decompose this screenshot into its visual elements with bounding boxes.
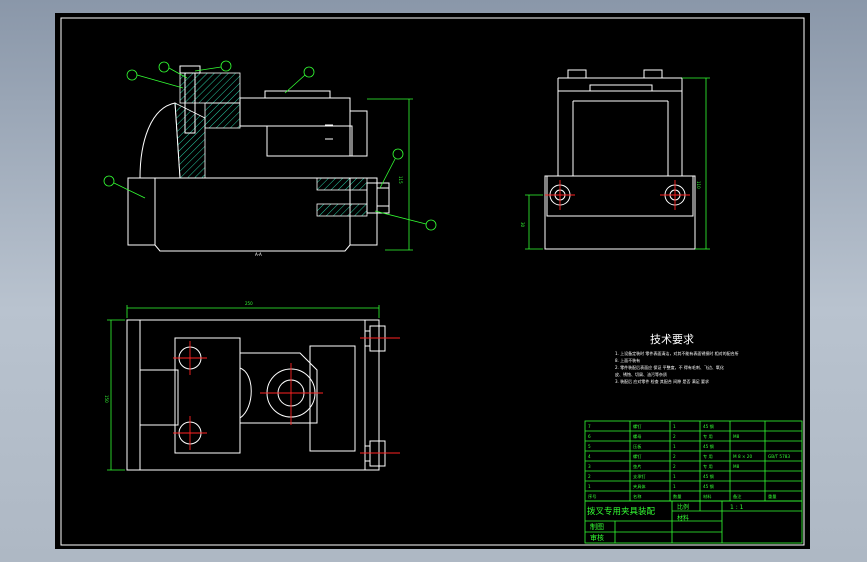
tech-req-line: 1. 上设备定装时 零件表面清洁，对其不能有表面锈损时 相对的配合所 xyxy=(615,350,739,356)
drawn-label: 制图 xyxy=(590,522,604,531)
bom-cell: M8 xyxy=(733,464,740,469)
bom-header-cell: 重量 xyxy=(768,493,776,500)
bom-cell: 5 xyxy=(588,444,591,449)
dim-top-width: 250 xyxy=(245,301,253,306)
bom-cell: 45 钢 xyxy=(703,423,714,430)
drawing-title: 拨叉专用夹具装配 xyxy=(587,506,656,517)
tech-req-line: 2. 零件装配后表面应 保证 平整度，不 得有毛刺、飞边、氧化 xyxy=(615,364,724,370)
tech-requirements: 技术要求 1. 上设备定装时 零件表面清洁，对其不能有表面锈损时 相对的配合所 … xyxy=(615,333,739,384)
bom-cell: 6 xyxy=(588,434,591,439)
bom-cell: 2 xyxy=(673,464,676,469)
tech-req-title: 技术要求 xyxy=(650,333,694,346)
front-view: A-A xyxy=(127,65,390,257)
bom-cell: 专 用 xyxy=(703,453,713,460)
tech-req-line: 3. 装配后 应对零件 检查 其配合 间隙 是否 满足 要求 xyxy=(615,378,709,384)
bom-cell: 专 用 xyxy=(703,433,713,440)
bom-cell: 螺母 xyxy=(633,433,641,440)
bom-cell: 2 xyxy=(673,434,676,439)
bom-cell: 专 用 xyxy=(703,463,713,470)
bom-cell: 1 xyxy=(673,484,676,489)
bom-cell: M 8 × 20 xyxy=(733,454,752,459)
top-view-dims: 250 150 xyxy=(104,301,380,471)
bom-cell: 1 xyxy=(673,424,676,429)
bom-header-cell: 序号 xyxy=(588,493,596,500)
bom-cell: 支承钉 xyxy=(633,473,646,480)
tech-req-line: 8. 上面不装有 xyxy=(615,357,640,363)
bom-header-cell: 名称 xyxy=(633,493,641,500)
dim-top-height: 150 xyxy=(104,395,109,403)
bom-cell: 螺钉 xyxy=(633,453,642,460)
top-view xyxy=(126,319,400,471)
bom-cell: 1 xyxy=(673,474,676,479)
bom-cell: 1 xyxy=(673,444,676,449)
bom-cell: 2 xyxy=(673,454,676,459)
bom-cell: 45 钢 xyxy=(703,443,714,450)
scale-value: 1 : 1 xyxy=(730,504,744,511)
bom-cell: 4 xyxy=(588,454,591,459)
cad-drawing: A-A 115 110 30 250 150 技术要求 1. 上设备定装时 零件… xyxy=(60,17,805,546)
bom-cell: GB/T 5783 xyxy=(768,454,790,459)
dim-side-small: 30 xyxy=(520,222,525,228)
bom-cell: 2 xyxy=(588,474,591,479)
bom-header-cell: 数量 xyxy=(673,493,681,500)
bill-of-materials: 7 螺钉 1 45 钢 6 螺母 2 专 用 M8 5 压板 1 45 钢 4 螺钉 2 专 用 M 8 × 20… xyxy=(584,420,803,544)
side-view xyxy=(544,69,696,250)
material-label: 材料 xyxy=(677,514,689,522)
dim-side-height: 110 xyxy=(696,181,701,189)
title-block: 拨叉专用夹具装配 比例 1 : 1 材料 制图 审核 xyxy=(585,500,802,543)
bom-cell: 螺钉 xyxy=(633,423,642,430)
checked-label: 审核 xyxy=(590,533,604,542)
drawing-canvas[interactable]: A-A 115 110 30 250 150 技术要求 1. 上设备定装时 零件… xyxy=(55,13,810,549)
bom-header-cell: 备注 xyxy=(733,493,742,500)
bom-cell: M8 xyxy=(733,434,740,439)
tech-req-line: 皮、锈蚀、切屑、油污等杂质 xyxy=(615,371,667,377)
bom-header-cell: 材料 xyxy=(703,493,712,500)
bom-cell: 1 xyxy=(588,484,591,489)
drawing-border xyxy=(60,17,805,546)
bom-cell: 压板 xyxy=(633,443,642,450)
dim-front-height: 115 xyxy=(398,176,403,184)
bom-cell: 夹具体 xyxy=(633,483,646,490)
bom-cell: 45 钢 xyxy=(703,483,714,490)
section-label: A-A xyxy=(255,252,262,257)
bom-cell: 45 钢 xyxy=(703,473,714,480)
bom-cell: 垫片 xyxy=(633,463,641,470)
scale-label: 比例 xyxy=(677,503,689,511)
bom-cell: 3 xyxy=(588,464,591,469)
bom-cell: 7 xyxy=(588,424,591,429)
